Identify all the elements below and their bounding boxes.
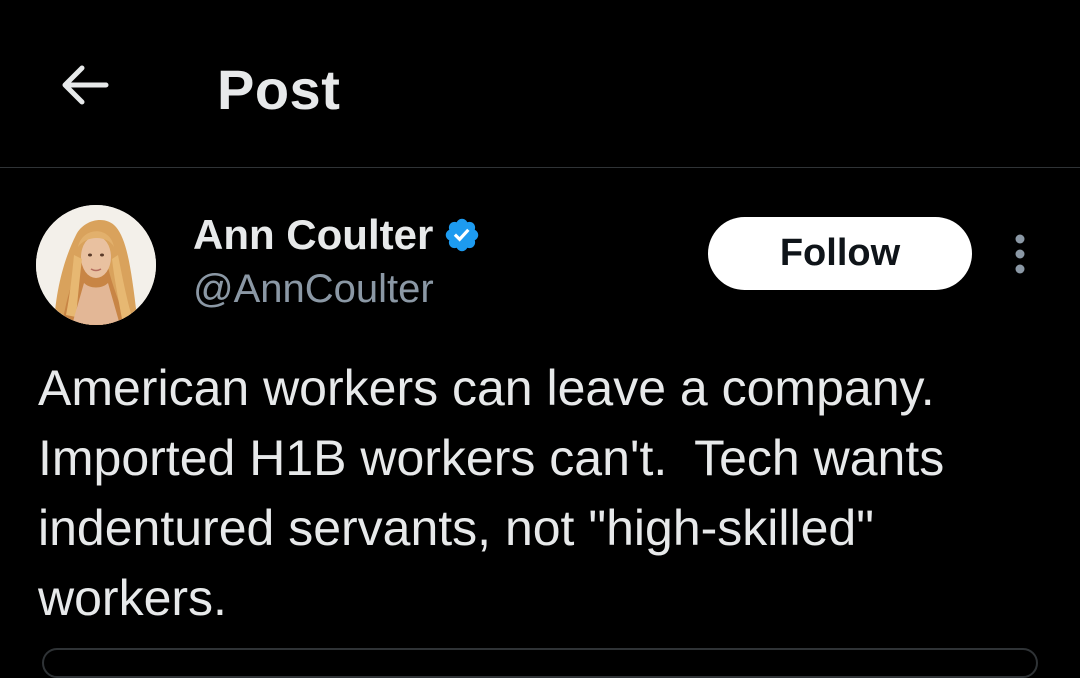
avatar[interactable] — [36, 205, 156, 325]
author-handle[interactable]: @AnnCoulter — [193, 265, 434, 313]
arrow-left-icon — [62, 65, 109, 105]
author-name-row[interactable]: Ann Coulter — [193, 210, 481, 260]
page-title: Post — [217, 58, 341, 121]
follow-button[interactable]: Follow — [708, 217, 972, 290]
back-button[interactable] — [52, 52, 118, 118]
more-options-button[interactable] — [998, 228, 1042, 280]
more-vertical-icon — [1015, 234, 1025, 274]
author-name[interactable]: Ann Coulter — [193, 210, 433, 260]
post-text: American workers can leave a company. Im… — [38, 360, 959, 626]
profile-photo — [36, 205, 156, 325]
top-app-bar: Post — [0, 0, 1080, 168]
verified-badge-icon — [446, 218, 479, 252]
embedded-card-edge — [42, 648, 1038, 678]
